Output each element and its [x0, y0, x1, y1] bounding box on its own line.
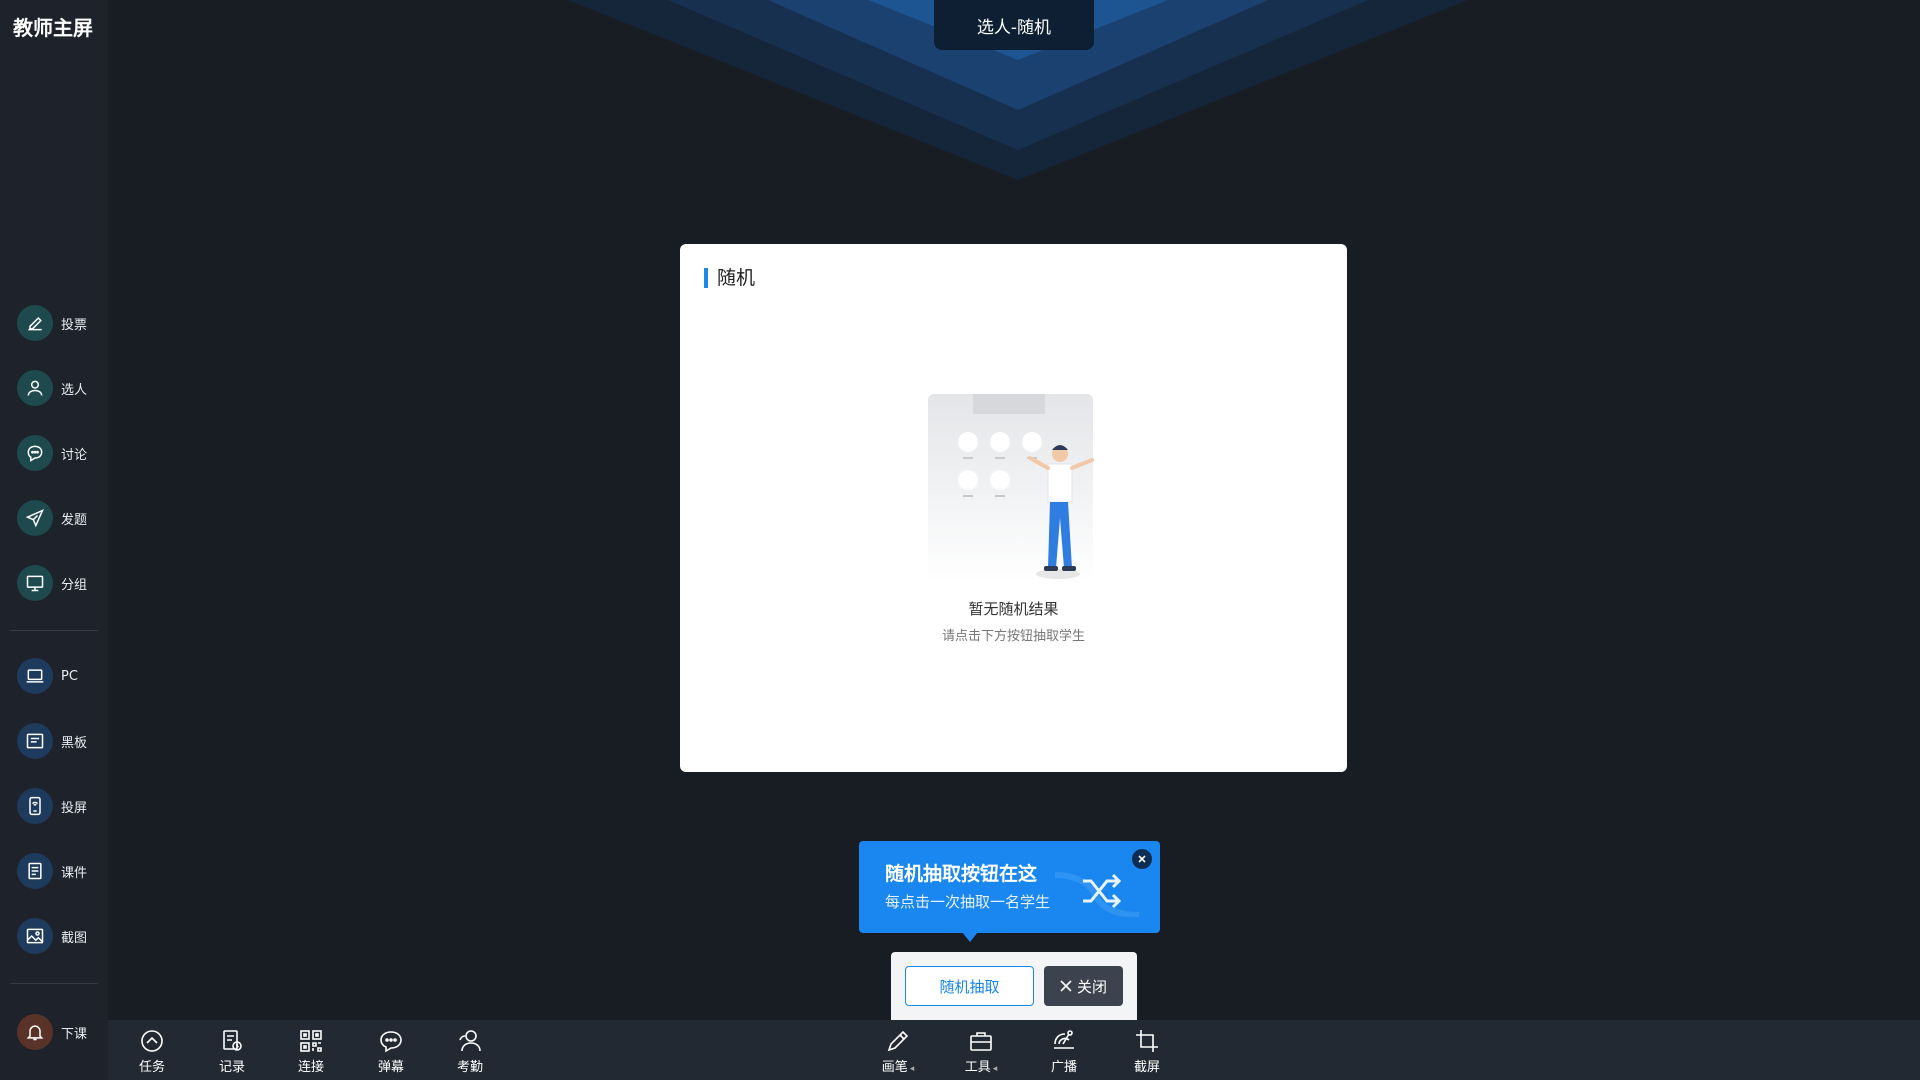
toolbar-connect[interactable]: 连接: [281, 1020, 341, 1080]
sidebar-item-label: 课件: [61, 865, 88, 881]
sidebar: 教师主屏 投票 选人 讨论 发题 分组 PC 黑板 投屏 课件 截图 下课: [0, 0, 108, 1080]
action-panel: 随机抽取 关闭: [891, 952, 1137, 1020]
sidebar-item-label: 分组: [61, 577, 88, 593]
guide-tooltip: 随机抽取按钮在这 每点击一次抽取一名学生: [859, 841, 1160, 933]
page-title: 选人-随机: [934, 0, 1094, 50]
sidebar-item-label: 下课: [61, 1026, 88, 1042]
sidebar-item-blackboard[interactable]: 黑板: [0, 719, 108, 763]
toolbar-tools[interactable]: 工具 ◂: [951, 1020, 1011, 1080]
app-title: 教师主屏: [13, 16, 93, 40]
toolbar-label: 弹幕: [377, 1060, 404, 1075]
toolbar-label: 连接: [297, 1060, 324, 1075]
crop-icon: [1136, 1030, 1158, 1052]
attendance-icon: [459, 1030, 481, 1052]
tooltip-subtitle: 每点击一次抽取一名学生: [885, 893, 1051, 911]
toolbar-attendance[interactable]: 考勤: [440, 1020, 500, 1080]
bottom-toolbar: 任务 记录 连接 弹幕 考勤 画笔 ◂ 工具 ◂ 广播 截屏: [108, 1020, 1920, 1080]
toolbar-label: 考勤: [456, 1060, 483, 1075]
board-icon: [17, 723, 53, 759]
pen-icon: [887, 1030, 909, 1052]
sidebar-divider: [10, 630, 98, 631]
sidebar-item-group[interactable]: 分组: [0, 561, 108, 605]
caret-left-icon: ◂: [992, 1064, 998, 1074]
toolbar-label: 广播: [1050, 1060, 1077, 1075]
sidebar-item-screencast[interactable]: 投屏: [0, 784, 108, 828]
phone-cast-icon: [17, 788, 53, 824]
card-title: 随机: [704, 268, 755, 288]
toolbar-label: 记录: [218, 1060, 245, 1075]
empty-state-illustration: [928, 392, 1108, 594]
monitor-icon: [17, 565, 53, 601]
sidebar-item-label: 截图: [61, 930, 88, 946]
record-icon: [223, 1030, 242, 1051]
toolbar-danmaku[interactable]: 弹幕: [361, 1020, 421, 1080]
qrcode-icon: [300, 1030, 322, 1052]
toolbar-label: 画笔 ◂: [881, 1060, 915, 1075]
image-icon: [17, 918, 53, 954]
sidebar-item-select[interactable]: 选人: [0, 366, 108, 410]
toolbar-label: 截屏: [1133, 1060, 1160, 1075]
broadcast-icon: [1054, 1030, 1074, 1049]
random-card: 随机 暂无随机结果 请点击下方按钮抽取学生: [680, 244, 1347, 772]
toolbar-record[interactable]: 记录: [202, 1020, 262, 1080]
sidebar-divider: [10, 983, 98, 984]
sidebar-item-label: 讨论: [61, 447, 88, 463]
tooltip-close-button[interactable]: [1132, 849, 1152, 869]
sidebar-item-label: 投屏: [61, 800, 88, 816]
close-button[interactable]: 关闭: [1044, 966, 1123, 1006]
send-icon: [17, 500, 53, 536]
sidebar-item-label: 黑板: [61, 735, 88, 751]
sidebar-item-screenshot[interactable]: 截图: [0, 914, 108, 958]
random-draw-button[interactable]: 随机抽取: [905, 966, 1034, 1006]
document-icon: [17, 853, 53, 889]
shuffle-icon: [1055, 872, 1139, 917]
toolbar-task[interactable]: 任务: [122, 1020, 182, 1080]
sidebar-item-label: 投票: [61, 317, 88, 333]
toolbar-broadcast[interactable]: 广播: [1034, 1020, 1094, 1080]
close-button-label: 关闭: [1076, 977, 1107, 996]
vote-icon: [17, 305, 53, 341]
task-icon: [141, 1030, 163, 1052]
toolbar-crop[interactable]: 截屏: [1117, 1020, 1177, 1080]
empty-state-title: 暂无随机结果: [968, 600, 1059, 618]
toolbar-label: 工具 ◂: [964, 1060, 998, 1075]
tooltip-title: 随机抽取按钮在这: [885, 863, 1038, 885]
close-icon: [1060, 980, 1072, 992]
sidebar-item-send-question[interactable]: 发题: [0, 496, 108, 540]
danmaku-icon: [380, 1031, 402, 1053]
sidebar-item-label: PC: [61, 668, 78, 684]
end-class-button[interactable]: 下课: [0, 1010, 108, 1054]
toolbar-pen[interactable]: 画笔 ◂: [868, 1020, 928, 1080]
caret-left-icon: ◂: [909, 1064, 915, 1074]
sidebar-item-courseware[interactable]: 课件: [0, 849, 108, 893]
toolbox-icon: [970, 1032, 992, 1051]
sidebar-item-label: 选人: [61, 382, 88, 398]
tooltip-arrow: [962, 932, 978, 942]
close-icon: [1138, 855, 1146, 863]
bell-icon: [17, 1014, 53, 1050]
chat-icon: [17, 435, 53, 471]
sidebar-item-pc[interactable]: PC: [0, 654, 108, 698]
sidebar-item-discussion[interactable]: 讨论: [0, 431, 108, 475]
sidebar-item-vote[interactable]: 投票: [0, 301, 108, 345]
empty-state-subtitle: 请点击下方按钮抽取学生: [941, 629, 1085, 644]
laptop-icon: [17, 658, 53, 694]
toolbar-label: 任务: [138, 1060, 165, 1075]
sidebar-item-label: 发题: [61, 512, 88, 528]
user-icon: [17, 370, 53, 406]
